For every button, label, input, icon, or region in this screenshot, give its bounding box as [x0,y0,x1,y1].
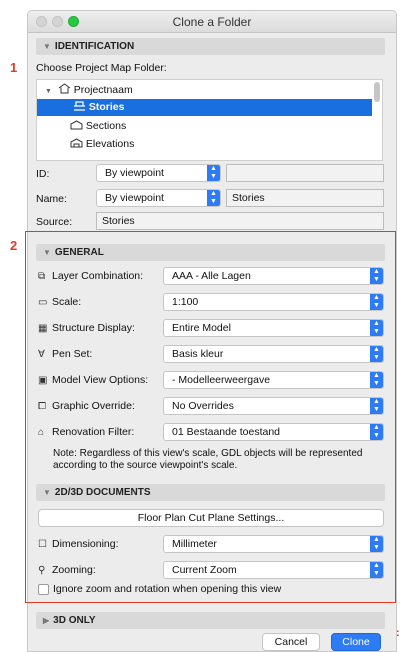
dimensioning-label: ☐ Dimensioning: [38,538,119,550]
chevron-updown-icon: ▲ ▼ [370,398,383,414]
structure-display-label: ▦ Structure Display: [38,322,135,334]
project-map-tree[interactable]: ▼ Projectnaam Stories Sections Elevation… [36,79,383,161]
dimension-icon: ☐ [38,539,47,550]
layers-icon: ⧉ [38,271,46,282]
title-bar: Clone a Folder [28,11,396,33]
section-icon [70,120,83,130]
layer-combination-label: ⧉ Layer Combination: [38,270,144,282]
renovation-icon: ⌂ [38,427,45,438]
name-mode-value: By viewpoint [105,192,164,204]
structure-display-value: Entire Model [172,322,231,334]
section-general[interactable]: ▼ GENERAL [36,244,385,261]
structure-display-select[interactable]: Entire Model ▲ ▼ [163,319,384,337]
pen-set-label: Ɐ Pen Set: [38,348,93,360]
name-mode-select[interactable]: By viewpoint ▲ ▼ [96,189,221,207]
annotation-2: 2 [10,238,18,253]
graphic-override-value: No Overrides [172,400,234,412]
cancel-button[interactable]: Cancel [262,633,320,651]
dialog-window: Clone a Folder ▼ IDENTIFICATION Choose Pr… [27,10,397,652]
scale-select[interactable]: 1:100 ▲ ▼ [163,293,384,311]
chevron-updown-icon: ▲ ▼ [370,372,383,388]
structure-icon: ▦ [38,323,48,334]
dimensioning-select[interactable]: Millimeter ▲ ▼ [163,535,384,553]
section-3d-only-title: 3D ONLY [53,615,96,626]
disclosure-open-icon: ▼ [43,42,51,51]
house-icon [58,83,71,94]
cut-plane-settings-button[interactable]: Floor Plan Cut Plane Settings... [38,509,384,527]
elevation-icon [70,138,83,148]
tree-item-elevations[interactable]: Elevations [70,136,134,153]
renovation-filter-select[interactable]: 01 Bestaande toestand ▲ ▼ [163,423,384,441]
tree-item-sections[interactable]: Sections [70,118,126,135]
chevron-updown-icon: ▲ ▼ [370,268,383,284]
pen-set-select[interactable]: Basis kleur ▲ ▼ [163,345,384,363]
zooming-label: ⚲ Zooming: [38,564,96,576]
source-field: Stories [96,212,384,230]
model-view-options-select[interactable]: - Modelleerweergave ▲ ▼ [163,371,384,389]
chevron-updown-icon: ▲ ▼ [370,320,383,336]
id-label: ID: [36,168,50,180]
pen-icon: Ɐ [38,349,45,360]
dimensioning-value: Millimeter [172,538,217,550]
chevron-updown-icon: ▲ ▼ [370,346,383,362]
chevron-updown-icon: ▲ ▼ [370,424,383,440]
name-label: Name: [36,193,67,205]
ignore-zoom-label: Ignore zoom and rotation when opening th… [53,583,282,595]
stories-icon [73,101,85,111]
name-field[interactable]: Stories [226,189,384,207]
layer-combination-select[interactable]: AAA - Alle Lagen ▲ ▼ [163,267,384,285]
scale-note: Note: Regardless of this view's scale, G… [53,448,363,471]
disclosure-open-icon: ▼ [43,248,51,257]
renovation-filter-label: ⌂ Renovation Filter: [38,426,135,438]
chevron-updown-icon: ▲ ▼ [207,165,220,181]
section-identification[interactable]: ▼ IDENTIFICATION [36,38,385,55]
id-mode-value: By viewpoint [105,167,164,179]
tree-scrollbar[interactable] [374,82,380,102]
magnifier-icon: ⚲ [38,565,46,576]
graphic-override-select[interactable]: No Overrides ▲ ▼ [163,397,384,415]
override-icon: ⧠ [38,401,46,412]
annotation-1: 1 [10,60,18,75]
tree-item-label: Stories [88,101,125,113]
model-view-options-value: - Modelleerweergave [172,374,271,386]
graphic-override-label: ⧠ Graphic Override: [38,400,135,412]
disclosure-closed-icon: ▶ [43,616,50,625]
scale-label: ▭ Scale: [38,296,82,308]
zooming-select[interactable]: Current Zoom ▲ ▼ [163,561,384,579]
tree-item-projectnaam[interactable]: ▼ Projectnaam [45,82,133,99]
chevron-updown-icon: ▲ ▼ [207,190,220,206]
model-view-icon: ▣ [38,375,48,386]
tree-item-label: Elevations [85,138,135,150]
section-general-title: GENERAL [54,247,104,258]
section-2d3d-documents[interactable]: ▼ 2D/3D DOCUMENTS [36,484,385,501]
id-mode-select[interactable]: By viewpoint ▲ ▼ [96,164,221,182]
section-2d3d-documents-title: 2D/3D DOCUMENTS [54,487,151,498]
choose-folder-label: Choose Project Map Folder: [36,62,167,74]
renovation-filter-value: 01 Bestaande toestand [172,426,281,438]
model-view-options-label: ▣ Model View Options: [38,374,149,386]
ruler-icon: ▭ [38,297,48,308]
chevron-updown-icon: ▲ ▼ [370,536,383,552]
scale-value: 1:100 [172,296,199,308]
id-field[interactable] [226,164,384,182]
clone-button[interactable]: Clone [331,633,381,651]
tree-item-label: Projectnaam [73,84,133,96]
disclosure-open-icon: ▼ [43,488,51,497]
ignore-zoom-checkbox[interactable] [38,584,49,595]
layer-combination-value: AAA - Alle Lagen [172,270,251,282]
chevron-updown-icon: ▲ ▼ [370,294,383,310]
section-3d-only[interactable]: ▶ 3D ONLY [36,612,385,629]
chevron-updown-icon: ▲ ▼ [370,562,383,578]
tree-item-label: Sections [85,120,127,132]
source-label: Source: [36,216,73,228]
pen-set-value: Basis kleur [172,348,224,360]
window-title: Clone a Folder [172,15,252,29]
tree-item-stories[interactable]: Stories [37,99,372,116]
disclosure-open-icon: ▼ [45,88,52,95]
zooming-value: Current Zoom [172,564,237,576]
section-identification-title: IDENTIFICATION [54,41,135,52]
